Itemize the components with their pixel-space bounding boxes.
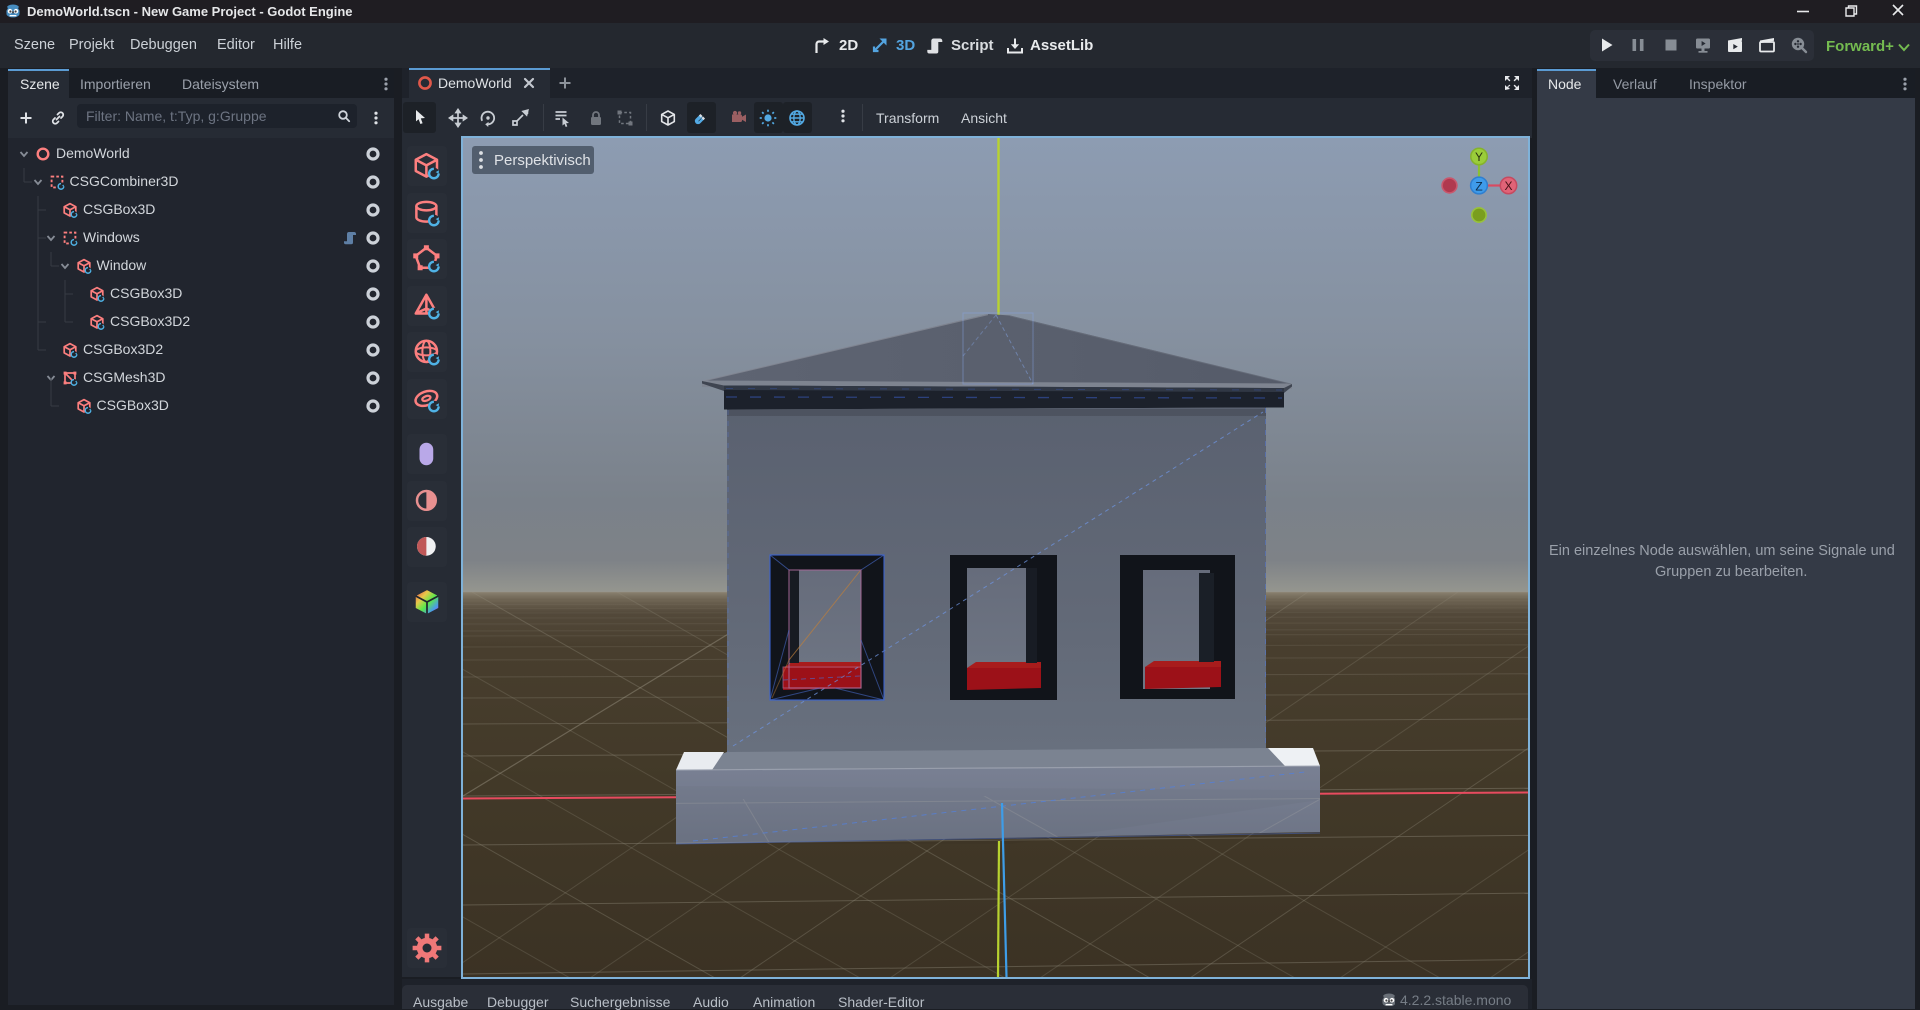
svg-text:Y: Y (1475, 150, 1483, 164)
svg-text:Perspektivisch: Perspektivisch (494, 152, 591, 169)
svg-text:X: X (1504, 179, 1512, 193)
svg-text:Z: Z (1475, 180, 1482, 194)
